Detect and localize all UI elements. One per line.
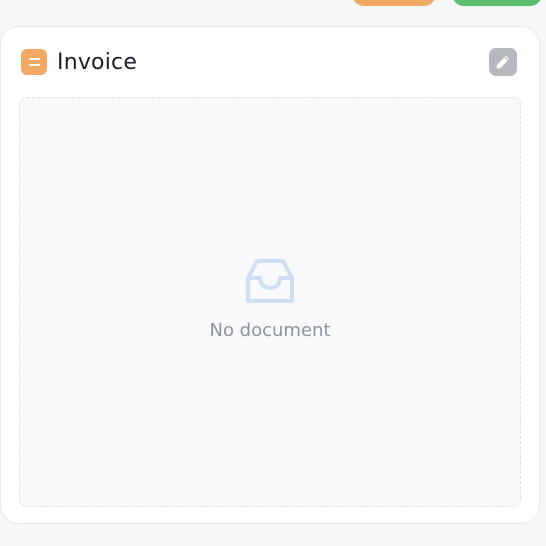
empty-state-text: No document [209, 320, 331, 341]
top-green-button[interactable] [452, 0, 542, 6]
pencil-icon [496, 55, 510, 69]
top-orange-button[interactable] [352, 0, 436, 6]
edit-button[interactable] [489, 48, 517, 76]
document-icon [21, 49, 47, 75]
document-dropzone[interactable]: No document [19, 97, 521, 507]
empty-state: No document [20, 256, 520, 341]
card-title: Invoice [57, 49, 138, 75]
invoice-card: Invoice No document [0, 26, 540, 524]
card-header: Invoice [21, 49, 137, 75]
inbox-icon [246, 259, 294, 303]
